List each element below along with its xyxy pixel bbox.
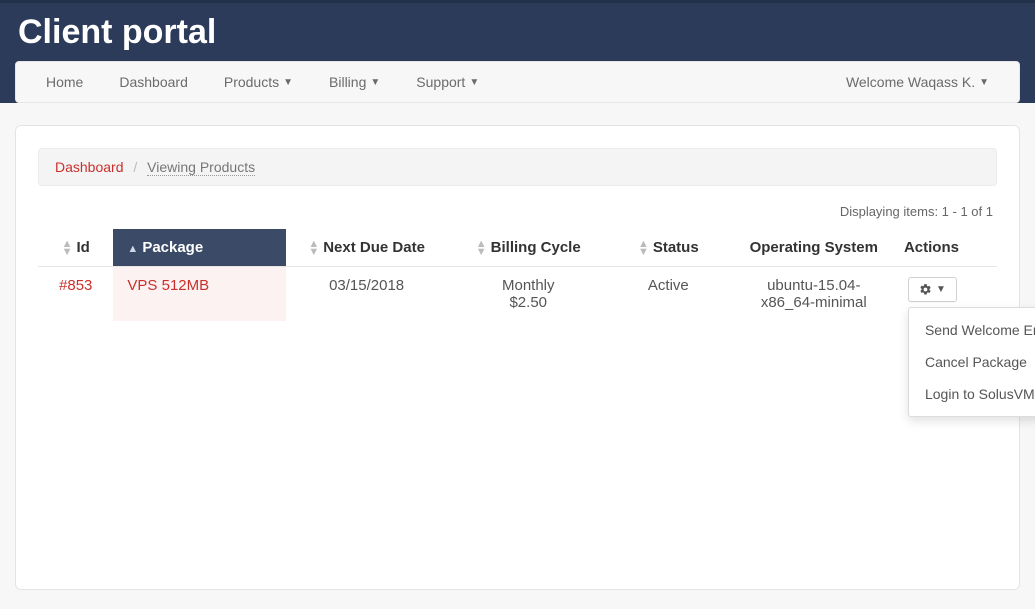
col-status[interactable]: ▲▼Status bbox=[609, 229, 728, 267]
nav-products-label: Products bbox=[224, 74, 279, 90]
main-nav: Home Dashboard Products ▼ Billing ▼ Suppor… bbox=[15, 61, 1020, 103]
actions-dropdown: Send Welcome Email Cancel Package Login … bbox=[908, 307, 1035, 417]
products-table: ▲▼Id ▲Package ▲▼Next Due Date ▲▼Billing … bbox=[38, 229, 997, 321]
nav-products[interactable]: Products ▼ bbox=[206, 61, 311, 103]
breadcrumb-separator: / bbox=[133, 159, 137, 175]
action-cancel-package[interactable]: Cancel Package bbox=[909, 346, 1035, 378]
sort-asc-icon: ▲ bbox=[127, 243, 138, 255]
billing-cycle-name: Monthly bbox=[455, 277, 601, 294]
gear-icon bbox=[919, 283, 932, 296]
breadcrumb-dashboard-link[interactable]: Dashboard bbox=[55, 159, 124, 175]
col-id[interactable]: ▲▼Id bbox=[38, 229, 113, 267]
product-id-link[interactable]: #853 bbox=[59, 277, 92, 294]
sort-icon: ▲▼ bbox=[476, 240, 487, 256]
nav-dashboard-label: Dashboard bbox=[119, 74, 188, 90]
nav-dashboard[interactable]: Dashboard bbox=[101, 61, 206, 103]
product-package-link[interactable]: VPS 512MB bbox=[127, 277, 209, 294]
action-send-welcome-email[interactable]: Send Welcome Email bbox=[909, 314, 1035, 346]
caret-down-icon: ▼ bbox=[370, 77, 380, 88]
action-login-solusvm[interactable]: Login to SolusVM bbox=[909, 378, 1035, 410]
cell-status: Active bbox=[609, 267, 728, 322]
breadcrumb: Dashboard / Viewing Products bbox=[38, 148, 997, 186]
cell-package: VPS 512MB bbox=[113, 267, 285, 322]
cell-next-due: 03/15/2018 bbox=[286, 267, 448, 322]
col-billing-cycle-label: Billing Cycle bbox=[491, 239, 581, 256]
breadcrumb-current: Viewing Products bbox=[147, 159, 255, 176]
content-card: Dashboard / Viewing Products Displaying … bbox=[15, 125, 1020, 590]
nav-wrap: Home Dashboard Products ▼ Billing ▼ Suppor… bbox=[0, 61, 1035, 103]
sort-icon: ▲▼ bbox=[638, 240, 649, 256]
app-title: Client portal bbox=[18, 13, 216, 52]
sort-icon: ▲▼ bbox=[308, 240, 319, 256]
nav-right: Welcome Waqass K. ▼ bbox=[828, 61, 1007, 103]
page-body: Dashboard / Viewing Products Displaying … bbox=[0, 103, 1035, 605]
col-actions: Actions bbox=[900, 229, 997, 267]
header-bar: Client portal bbox=[0, 0, 1035, 61]
os-line2: x86_64-minimal bbox=[736, 294, 892, 311]
col-status-label: Status bbox=[653, 239, 699, 256]
os-line1: ubuntu-15.04- bbox=[736, 277, 892, 294]
list-info: Displaying items: 1 - 1 of 1 bbox=[38, 204, 993, 219]
sort-icon: ▲▼ bbox=[62, 240, 73, 256]
col-actions-label: Actions bbox=[904, 239, 959, 256]
col-package[interactable]: ▲ Package bbox=[113, 229, 285, 267]
nav-support[interactable]: Support ▼ bbox=[398, 61, 497, 103]
col-os: Operating System bbox=[728, 229, 900, 267]
actions-gear-button[interactable]: ▼ bbox=[908, 277, 957, 302]
nav-home[interactable]: Home bbox=[28, 61, 101, 103]
nav-billing[interactable]: Billing ▼ bbox=[311, 61, 398, 103]
table-header-row: ▲▼Id ▲Package ▲▼Next Due Date ▲▼Billing … bbox=[38, 229, 997, 267]
col-id-label: Id bbox=[76, 239, 89, 256]
caret-down-icon: ▼ bbox=[936, 284, 946, 295]
nav-left: Home Dashboard Products ▼ Billing ▼ Suppor… bbox=[28, 61, 497, 103]
cell-billing-cycle: Monthly $2.50 bbox=[447, 267, 609, 322]
col-os-label: Operating System bbox=[750, 239, 878, 256]
nav-billing-label: Billing bbox=[329, 74, 366, 90]
cell-os: ubuntu-15.04- x86_64-minimal bbox=[728, 267, 900, 322]
cell-id: #853 bbox=[38, 267, 113, 322]
nav-user-menu[interactable]: Welcome Waqass K. ▼ bbox=[828, 61, 1007, 103]
cell-actions: ▼ Send Welcome Email Cancel Package Logi… bbox=[900, 267, 997, 322]
caret-down-icon: ▼ bbox=[469, 77, 479, 88]
nav-home-label: Home bbox=[46, 74, 83, 90]
table-row: #853 VPS 512MB 03/15/2018 Monthly $2.50 … bbox=[38, 267, 997, 322]
col-next-due[interactable]: ▲▼Next Due Date bbox=[286, 229, 448, 267]
nav-user-label: Welcome Waqass K. bbox=[846, 74, 975, 90]
caret-down-icon: ▼ bbox=[283, 77, 293, 88]
billing-cycle-price: $2.50 bbox=[455, 294, 601, 311]
col-billing-cycle[interactable]: ▲▼Billing Cycle bbox=[447, 229, 609, 267]
col-next-due-label: Next Due Date bbox=[323, 239, 425, 256]
caret-down-icon: ▼ bbox=[979, 77, 989, 88]
actions-wrap: ▼ Send Welcome Email Cancel Package Logi… bbox=[908, 277, 957, 302]
nav-support-label: Support bbox=[416, 74, 465, 90]
col-package-label: Package bbox=[142, 239, 203, 256]
